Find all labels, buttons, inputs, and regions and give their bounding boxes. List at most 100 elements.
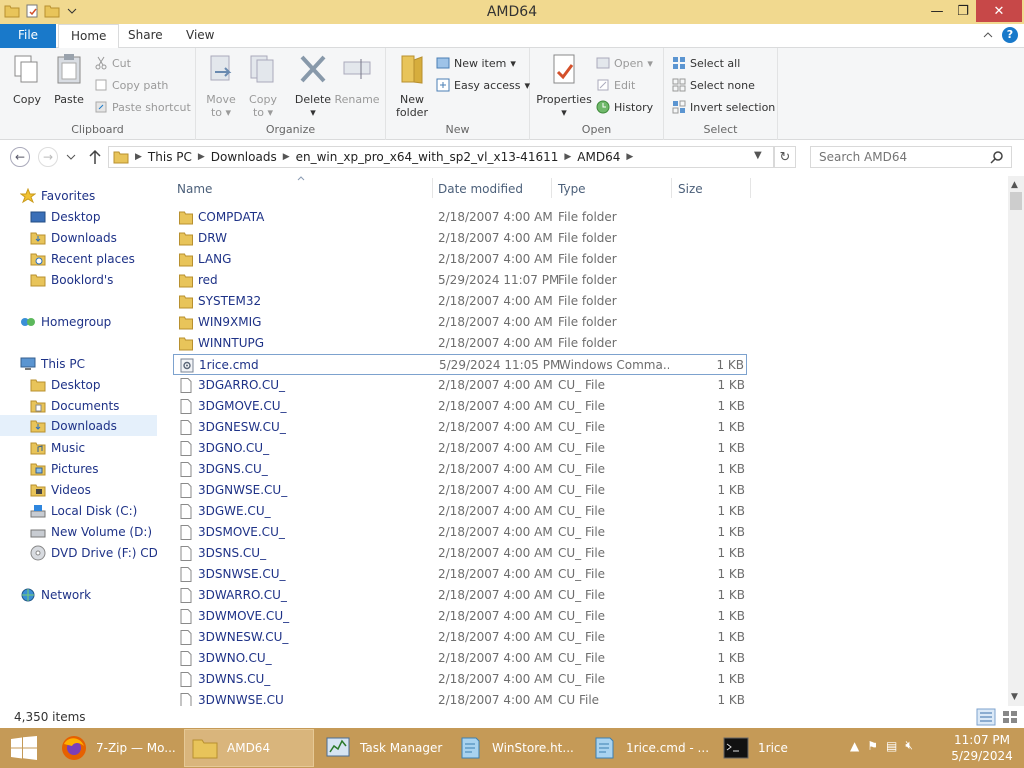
maximize-button[interactable]: ❐ — [948, 0, 978, 22]
column-header-size[interactable]: Size — [678, 182, 703, 196]
tab-home[interactable]: Home — [58, 24, 120, 49]
table-row[interactable]: 3DWNO.CU_ 2/18/2007 4:00 AM CU_ File 1 KB — [173, 648, 747, 669]
windows-start-icon[interactable] — [10, 736, 38, 760]
column-divider[interactable] — [750, 178, 751, 198]
edit-button[interactable]: Edit — [596, 76, 635, 94]
table-row[interactable]: 3DGNESW.CU_ 2/18/2007 4:00 AM CU_ File 1 KB — [173, 417, 747, 438]
large-icons-view-icon[interactable] — [1000, 708, 1020, 726]
nav-pc-downloads[interactable]: Downloads — [0, 415, 157, 436]
easy-access-button[interactable]: Easy access ▾ — [436, 76, 530, 94]
nav-pc-dvd-drive[interactable]: DVD Drive (F:) CD_R — [30, 542, 157, 563]
table-row[interactable]: 3DWNESW.CU_ 2/18/2007 4:00 AM CU_ File 1 KB — [173, 627, 747, 648]
history-button[interactable]: History — [596, 98, 653, 116]
nav-fav-downloads[interactable]: Downloads — [30, 227, 117, 248]
column-divider[interactable] — [432, 178, 433, 198]
refresh-button[interactable]: ↻ — [774, 146, 796, 168]
nav-pc-pictures[interactable]: Pictures — [30, 458, 99, 479]
column-header-name[interactable]: Name — [177, 182, 212, 196]
table-row[interactable]: 3DWNS.CU_ 2/18/2007 4:00 AM CU_ File 1 KB — [173, 669, 747, 690]
breadcrumb-downloads[interactable]: Downloads — [211, 150, 277, 164]
details-view-icon[interactable] — [976, 708, 996, 726]
close-button[interactable]: ✕ — [976, 0, 1022, 22]
new-folder-button[interactable]: New folder — [392, 52, 432, 119]
nav-this-pc[interactable]: This PC — [20, 353, 85, 374]
table-row[interactable]: 1rice.cmd 5/29/2024 11:05 PM Windows Comma… — [173, 354, 747, 375]
back-button[interactable]: ← — [10, 147, 30, 167]
volume-muted-icon[interactable]: 🔇︎ — [905, 738, 913, 753]
taskbar-item[interactable]: WinStore.ht... — [450, 729, 580, 767]
column-divider[interactable] — [671, 178, 672, 198]
nav-favorites[interactable]: Favorites — [20, 185, 95, 206]
table-row[interactable]: 3DGNO.CU_ 2/18/2007 4:00 AM CU_ File 1 KB — [173, 438, 747, 459]
cut-button[interactable]: Cut — [94, 54, 131, 72]
breadcrumb-amd64[interactable]: AMD64 — [577, 150, 620, 164]
nav-fav-desktop[interactable]: Desktop — [30, 206, 101, 227]
tab-view[interactable]: View — [174, 24, 226, 48]
tab-share[interactable]: Share — [116, 24, 175, 48]
nav-homegroup[interactable]: Homegroup — [20, 311, 111, 332]
taskbar-item[interactable]: Task Manager — [318, 729, 446, 767]
table-row[interactable]: WIN9XMIG 2/18/2007 4:00 AM File folder — [173, 312, 747, 333]
table-row[interactable]: LANG 2/18/2007 4:00 AM File folder — [173, 249, 747, 270]
search-input[interactable] — [810, 146, 1012, 168]
table-row[interactable]: 3DSMOVE.CU_ 2/18/2007 4:00 AM CU_ File 1 KB — [173, 522, 747, 543]
column-header-date[interactable]: Date modified — [438, 182, 523, 196]
nav-pc-desktop[interactable]: Desktop — [30, 374, 101, 395]
open-button[interactable]: Open ▾ — [596, 54, 653, 72]
nav-pc-videos[interactable]: Videos — [30, 479, 91, 500]
nav-fav-booklords[interactable]: Booklord's — [30, 269, 113, 290]
nav-network[interactable]: Network — [20, 584, 91, 605]
search-icon[interactable] — [990, 150, 1004, 164]
invert-selection-button[interactable]: Invert selection — [672, 98, 775, 116]
nav-pc-local-disk[interactable]: Local Disk (C:) — [30, 500, 137, 521]
move-to-button[interactable]: Move to ▾ — [202, 52, 240, 119]
table-row[interactable]: 3DGWE.CU_ 2/18/2007 4:00 AM CU_ File 1 KB — [173, 501, 747, 522]
select-all-button[interactable]: Select all — [672, 54, 740, 72]
tray-chevron-up-icon[interactable]: ▲ — [850, 739, 859, 753]
table-row[interactable]: 3DGNS.CU_ 2/18/2007 4:00 AM CU_ File 1 KB — [173, 459, 747, 480]
vertical-scrollbar[interactable]: ▲ ▼ — [1008, 176, 1024, 706]
address-dropdown-icon[interactable]: ▼ — [754, 150, 762, 161]
nav-pc-new-volume[interactable]: New Volume (D:) — [30, 521, 152, 542]
new-item-button[interactable]: New item ▾ — [436, 54, 516, 72]
table-row[interactable]: 3DWMOVE.CU_ 2/18/2007 4:00 AM CU_ File 1 KB — [173, 606, 747, 627]
copy-path-button[interactable]: Copy path — [94, 76, 168, 94]
copy-to-button[interactable]: Copy to ▾ — [244, 52, 282, 119]
nav-pc-music[interactable]: Music — [30, 437, 85, 458]
table-row[interactable]: red 5/29/2024 11:07 PM File folder — [173, 270, 747, 291]
clock[interactable]: 11:07 PM 5/29/2024 — [946, 732, 1018, 764]
table-row[interactable]: COMPDATA 2/18/2007 4:00 AM File folder — [173, 207, 747, 228]
rename-button[interactable]: Rename — [334, 52, 380, 106]
nav-pc-documents[interactable]: Documents — [30, 395, 119, 416]
table-row[interactable]: 3DGMOVE.CU_ 2/18/2007 4:00 AM CU_ File 1 KB — [173, 396, 747, 417]
breadcrumb-this-pc[interactable]: This PC — [148, 150, 192, 164]
up-arrow-icon[interactable] — [88, 149, 102, 165]
forward-button[interactable]: → — [38, 147, 58, 167]
table-row[interactable]: DRW 2/18/2007 4:00 AM File folder — [173, 228, 747, 249]
table-row[interactable]: 3DWNWSE.CU 2/18/2007 4:00 AM CU File 1 KB — [173, 690, 747, 706]
scroll-up-icon[interactable]: ▲ — [1011, 180, 1018, 190]
delete-button[interactable]: Delete ▾ — [292, 52, 334, 119]
table-row[interactable]: WINNTUPG 2/18/2007 4:00 AM File folder — [173, 333, 747, 354]
taskbar-item[interactable]: 1rice — [716, 729, 844, 767]
help-icon[interactable]: ? — [1002, 27, 1018, 43]
select-none-button[interactable]: Select none — [672, 76, 755, 94]
table-row[interactable]: 3DSNS.CU_ 2/18/2007 4:00 AM CU_ File 1 KB — [173, 543, 747, 564]
table-row[interactable]: 3DGNWSE.CU_ 2/18/2007 4:00 AM CU_ File 1 KB — [173, 480, 747, 501]
chevron-up-icon[interactable] — [982, 29, 994, 41]
taskbar-item[interactable]: 1rice.cmd - ... — [584, 729, 712, 767]
flag-icon[interactable]: ⚑ — [867, 739, 878, 753]
table-row[interactable]: 3DGARRO.CU_ 2/18/2007 4:00 AM CU_ File 1 KB — [173, 375, 747, 396]
column-header-type[interactable]: Type — [558, 182, 586, 196]
nav-fav-recent-places[interactable]: Recent places — [30, 248, 135, 269]
address-bar[interactable]: ▶ This PC ▶ Downloads ▶ en_win_xp_pro_x6… — [108, 146, 774, 168]
properties-button[interactable]: Properties ▾ — [536, 52, 592, 119]
paste-shortcut-button[interactable]: Paste shortcut — [94, 98, 191, 116]
table-row[interactable]: SYSTEM32 2/18/2007 4:00 AM File folder — [173, 291, 747, 312]
taskbar-item[interactable]: 7-Zip — Mo... — [54, 729, 182, 767]
table-row[interactable]: 3DSNWSE.CU_ 2/18/2007 4:00 AM CU_ File 1 KB — [173, 564, 747, 585]
scroll-thumb[interactable] — [1010, 192, 1022, 210]
copy-button[interactable]: Copy — [8, 52, 46, 106]
network-tray-icon[interactable]: ▤ — [886, 739, 897, 753]
breadcrumb-xp-folder[interactable]: en_win_xp_pro_x64_with_sp2_vl_x13-41611 — [296, 150, 559, 164]
